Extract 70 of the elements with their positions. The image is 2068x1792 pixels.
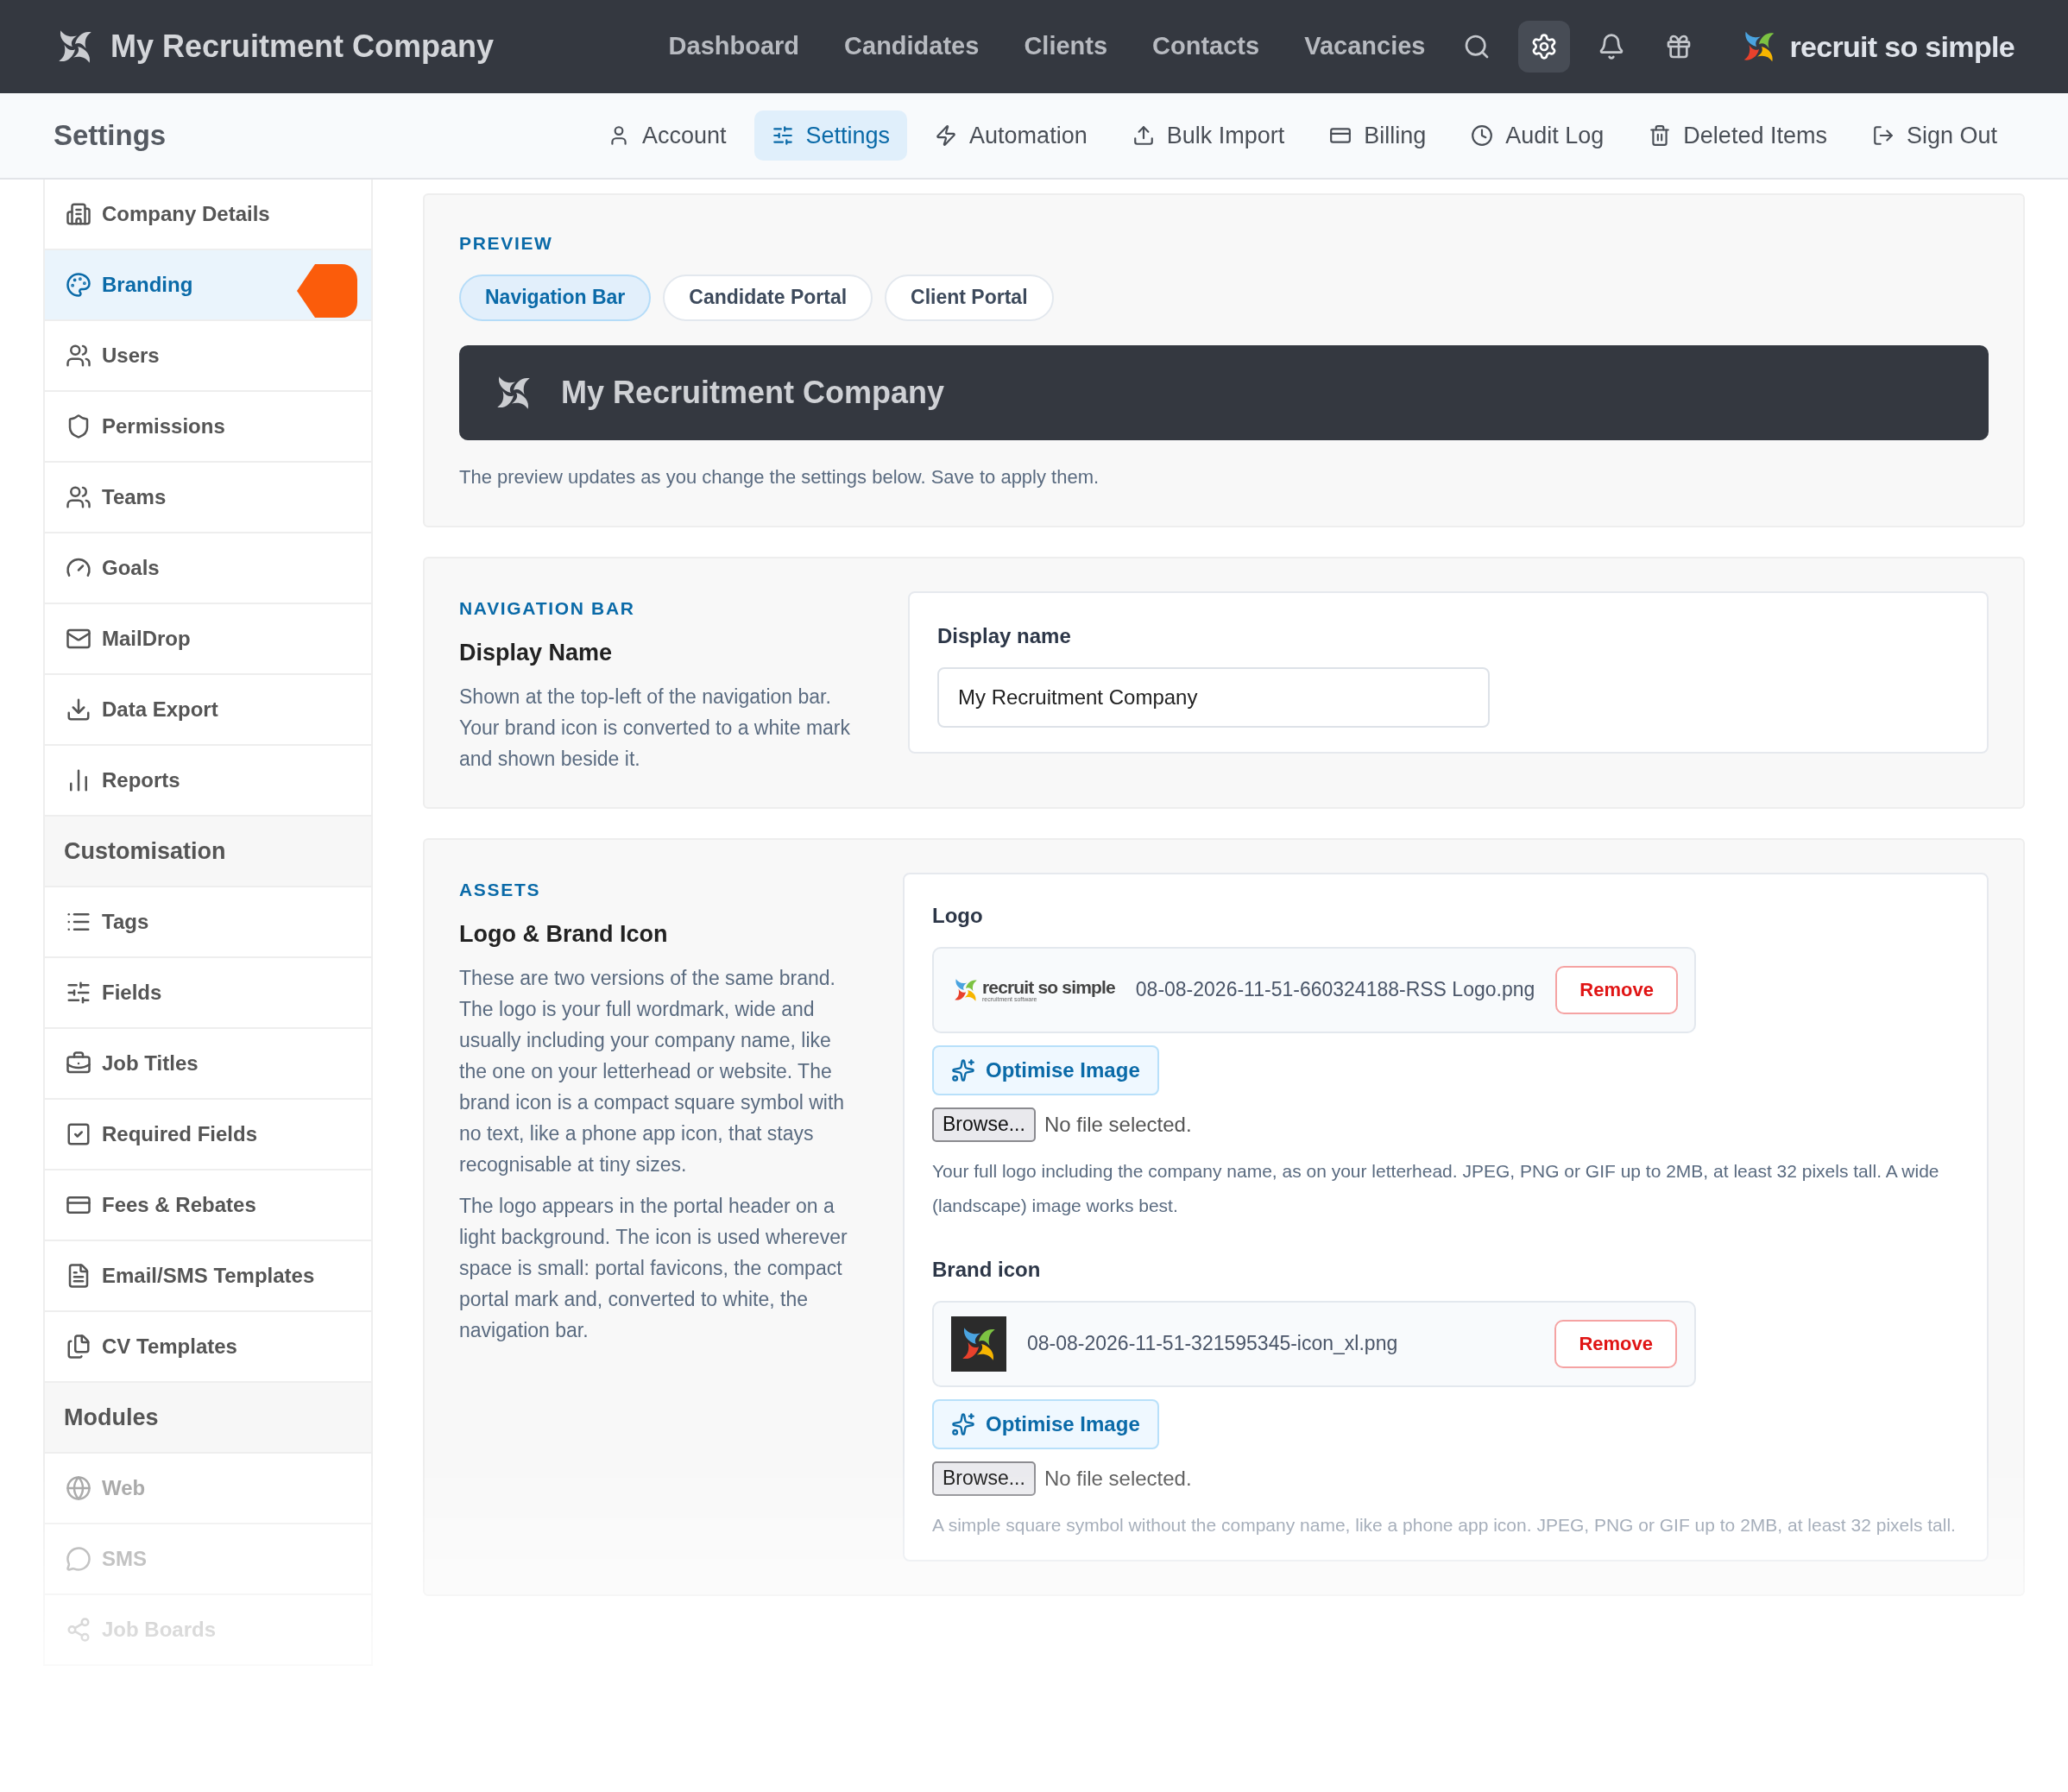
- page-title: Settings: [54, 118, 167, 154]
- preview-company-name: My Recruitment Company: [561, 373, 945, 412]
- nav-link[interactable]: Dashboard: [668, 28, 800, 66]
- sliders-icon: [66, 980, 91, 1006]
- users-icon: [66, 484, 91, 510]
- section-label: ASSETS: [459, 878, 542, 901]
- field-label: Brand icon: [932, 1256, 1042, 1283]
- nav-link[interactable]: Vacancies: [1304, 28, 1426, 66]
- settings-button[interactable]: [1518, 21, 1571, 73]
- file-status: No file selected.: [1043, 1111, 1192, 1138]
- settings-tab[interactable]: Audit Log: [1453, 110, 1622, 161]
- display-name-field[interactable]: My Recruitment Company: [937, 666, 1490, 728]
- preview-note: The preview updates as you change the settings below. Save to apply them.: [459, 464, 1100, 489]
- nav-link[interactable]: Contacts: [1152, 28, 1260, 66]
- section-description: Shown at the top-left of the navigation bar. Your brand icon is converted to a white mark and shown beside it.: [459, 684, 851, 772]
- upload-hint: A simple square symbol without the company name, like a phone app icon. JPEG, PNG or GIF up to 2MB, at least 32 pixels tall.: [932, 1513, 1957, 1536]
- optimise-image-button[interactable]: Optimise Image: [932, 1044, 1159, 1095]
- preview-tab[interactable]: Candidate Portal: [663, 274, 873, 321]
- brand-name: recruit so simple: [1789, 28, 2014, 65]
- settings-tab[interactable]: Billing: [1312, 110, 1444, 161]
- settings-tab[interactable]: Settings: [753, 110, 908, 161]
- clock-icon: [1471, 124, 1494, 147]
- company-name: My Recruitment Company: [110, 28, 495, 66]
- remove-button[interactable]: Remove: [1554, 1319, 1677, 1368]
- palette-icon: [66, 272, 91, 298]
- settings-tab[interactable]: Sign Out: [1854, 110, 2014, 161]
- section-description: These are two versions of the same brand. The logo is your full wordmark, wide and usually including your company name, like the one on your letterhead or website. The brand icon is a compact square symbol with no text, like a phone app icon, that stays recognisable at tiny sizes.: [459, 965, 846, 1177]
- globe-icon: [66, 1475, 91, 1501]
- settings-tab[interactable]: Bulk Import: [1114, 110, 1302, 161]
- sign-out-icon: [1871, 124, 1895, 147]
- field-label: Logo: [932, 902, 984, 929]
- sliders-icon: [771, 124, 794, 147]
- optimise-image-button[interactable]: Optimise Image: [932, 1398, 1159, 1449]
- upload-hint: Your full logo including the company name, as on your letterhead. JPEG, PNG or GIF up to 2MB, at least 32 pixels tall. A wide (landscape) image works best.: [932, 1159, 1940, 1217]
- files-icon: [66, 1334, 91, 1360]
- section-label: PREVIEW: [459, 232, 554, 255]
- lightning-icon: [935, 124, 958, 147]
- download-icon: [66, 697, 91, 722]
- preview-tab[interactable]: Navigation Bar: [459, 274, 652, 321]
- settings-tab[interactable]: Automation: [917, 110, 1105, 161]
- section-description: The logo appears in the portal header on a light background. The icon is used wherever space is small: portal favicons, the compact portal mark and, converted to white, the navigation bar.: [459, 1193, 848, 1343]
- nav-link[interactable]: Clients: [1024, 28, 1108, 66]
- section-title: Display Name: [459, 639, 614, 667]
- file-name: 08-08-2026-11-51-660324188-RSS Logo.png: [1135, 977, 1535, 1003]
- settings-tab[interactable]: Account: [590, 110, 744, 161]
- sidebar-item[interactable]: Branding: [45, 250, 371, 321]
- trash-icon: [1649, 124, 1672, 147]
- sidebar-heading: Modules: [45, 1383, 371, 1454]
- field-label: Display name: [937, 622, 1072, 649]
- share-icon: [66, 1617, 91, 1643]
- section-title: Logo & Brand Icon: [459, 920, 669, 949]
- browse-button[interactable]: Browse...: [932, 1107, 1036, 1142]
- sparkle-icon: [951, 1411, 975, 1436]
- upload-icon: [1132, 124, 1155, 147]
- building-icon: [66, 201, 91, 227]
- selection-marker: [297, 264, 357, 318]
- settings-tab[interactable]: Deleted Items: [1631, 110, 1844, 161]
- sidebar-heading: Customisation: [45, 817, 371, 887]
- users-icon: [66, 343, 91, 369]
- checkbox-icon: [66, 1121, 91, 1147]
- preview-tab[interactable]: Client Portal: [885, 274, 1054, 321]
- chat-icon: [66, 1546, 91, 1572]
- remove-button[interactable]: Remove: [1555, 965, 1678, 1014]
- nav-link[interactable]: Candidates: [844, 28, 980, 66]
- sparkle-icon: [951, 1057, 975, 1082]
- logo-wordmark: recruit so simple: [982, 977, 1115, 996]
- section-label: NAVIGATION BAR: [459, 596, 636, 620]
- file-status: No file selected.: [1043, 1465, 1192, 1492]
- file-name: 08-08-2026-11-51-321595345-icon_xl.png: [1027, 1331, 1399, 1357]
- browse-button[interactable]: Browse...: [932, 1461, 1036, 1496]
